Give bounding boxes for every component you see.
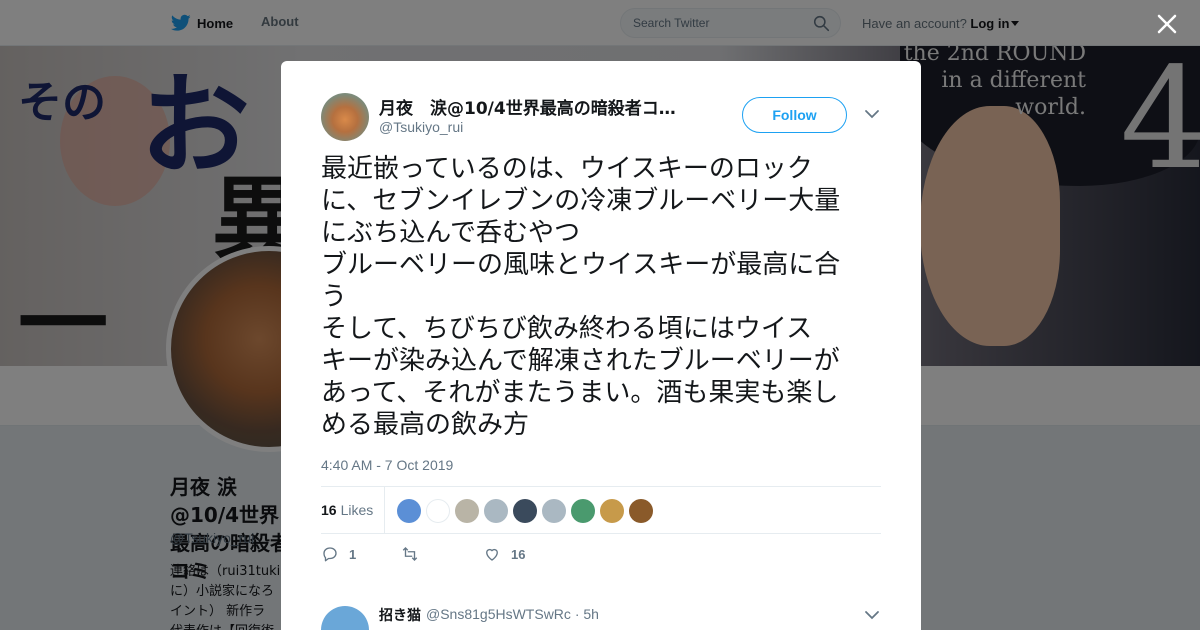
retweet-action[interactable] — [401, 543, 429, 567]
retweet-icon — [402, 547, 418, 561]
reply-author-handle[interactable]: @Sns81g5HsWTSwRc — [426, 606, 571, 622]
tweet-text: 最近嵌っているのは、ウイスキーのロック に、セブンイレブンの冷凍ブルーベリー大量… — [321, 154, 841, 440]
tweet-author-avatar[interactable] — [321, 93, 369, 141]
reply-time[interactable]: · 5h — [575, 606, 599, 622]
tweet-author-handle[interactable]: @Tsukiyo_rui — [379, 119, 463, 135]
liker-avatar[interactable] — [513, 499, 537, 523]
liker-avatar[interactable] — [571, 499, 595, 523]
reply-action[interactable]: 1 — [321, 543, 356, 567]
liker-avatar[interactable] — [484, 499, 508, 523]
likes-label: Likes — [340, 502, 374, 518]
reply-author-name[interactable]: 招き猫 — [379, 605, 421, 625]
liker-avatar[interactable] — [629, 499, 653, 523]
tweet-stats: 16 Likes — [321, 486, 881, 534]
reply-count: 1 — [349, 547, 357, 562]
reply-avatar[interactable] — [321, 606, 369, 630]
tweet-timestamp[interactable]: 4:40 AM - 7 Oct 2019 — [321, 457, 453, 473]
tweet-actions: 1 16 — [321, 543, 881, 567]
like-action[interactable]: 16 — [483, 543, 525, 567]
like-count: 16 — [511, 547, 526, 562]
tweet-author-name[interactable]: 月夜 涙@10/4世界最高の暗殺者コ… — [379, 94, 689, 119]
chevron-down-icon[interactable] — [864, 609, 880, 621]
likes-count: 16 — [321, 502, 337, 518]
follow-button[interactable]: Follow — [742, 97, 847, 133]
reply-icon — [323, 547, 337, 562]
liker-avatar[interactable] — [426, 499, 450, 523]
liker-avatar[interactable] — [600, 499, 624, 523]
liker-avatar[interactable] — [397, 499, 421, 523]
liker-avatar[interactable] — [542, 499, 566, 523]
reply-meta: @Sns81g5HsWTSwRc · 5h — [426, 606, 599, 622]
heart-icon — [486, 548, 498, 561]
tweet-modal: 月夜 涙@10/4世界最高の暗殺者コ… @Tsukiyo_rui Follow … — [281, 61, 921, 630]
liker-avatar[interactable] — [455, 499, 479, 523]
chevron-down-icon[interactable] — [864, 108, 880, 120]
likes-stat[interactable]: 16 Likes — [321, 487, 385, 533]
close-icon[interactable] — [1155, 12, 1179, 36]
